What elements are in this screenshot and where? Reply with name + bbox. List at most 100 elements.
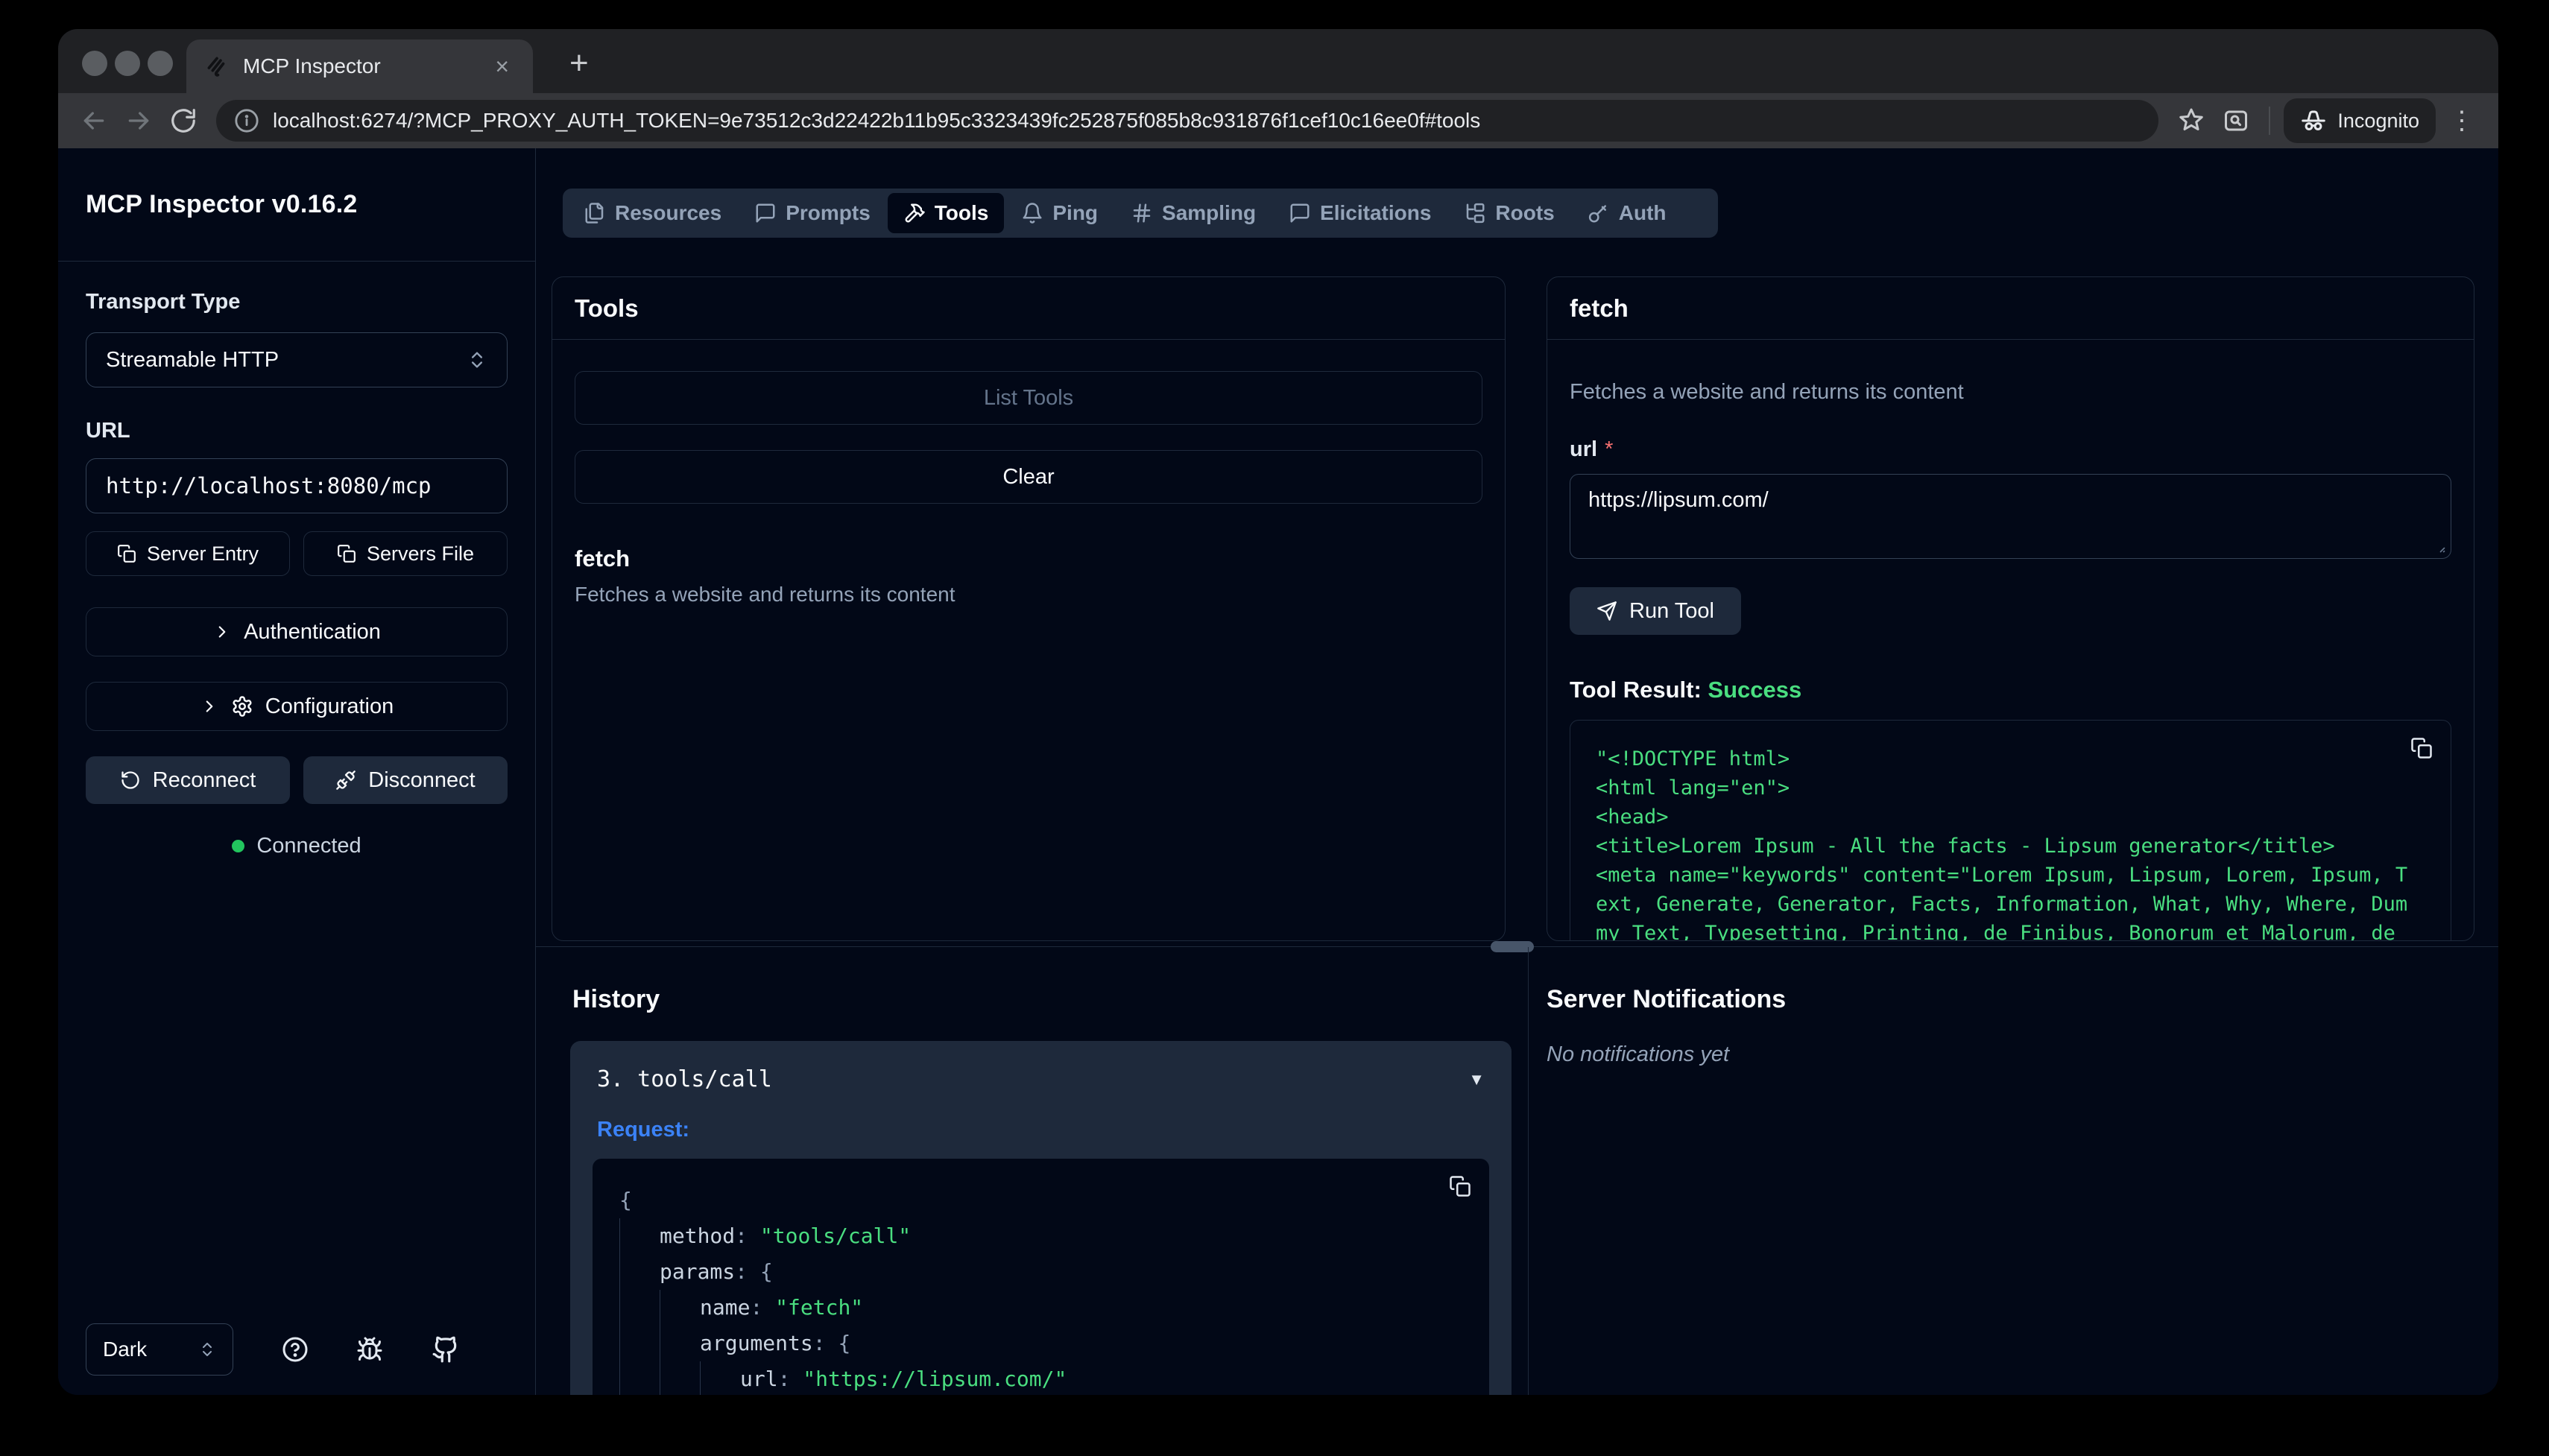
maximize-window-button[interactable] [148, 51, 173, 76]
tab-tools[interactable]: Tools [888, 193, 1005, 233]
tab-label: Ping [1052, 201, 1098, 225]
forward-icon[interactable] [119, 101, 158, 140]
configuration-label: Configuration [265, 694, 394, 719]
sidebar-footer: Dark [86, 1323, 508, 1376]
list-tools-button[interactable]: List Tools [575, 371, 1482, 425]
vertical-pane-divider[interactable] [1528, 947, 1529, 1395]
theme-value: Dark [103, 1338, 147, 1361]
incognito-label: Incognito [2337, 110, 2419, 133]
app-title: MCP Inspector v0.16.2 [86, 190, 358, 219]
tools-panel-title: Tools [552, 277, 1505, 340]
tab-prompts[interactable]: Prompts [739, 193, 886, 233]
collapse-triangle-icon[interactable]: ▼ [1468, 1070, 1485, 1089]
main-area: Resources Prompts Tools [536, 148, 2498, 1395]
help-circle-icon[interactable] [282, 1336, 309, 1363]
transport-type-value: Streamable HTTP [106, 348, 467, 373]
tab-label: Auth [1619, 201, 1667, 225]
tool-name: fetch [575, 545, 1482, 572]
server-notifications-title: Server Notifications [1547, 985, 1786, 1014]
tab-resources[interactable]: Resources [568, 193, 737, 233]
resize-handle-icon[interactable] [2431, 539, 2446, 554]
tool-detail-title: fetch [1547, 277, 2474, 340]
browser-menu-icon[interactable]: ⋮ [2442, 106, 2482, 136]
url-field-value: https://lipsum.com/ [1588, 488, 1769, 512]
tab-auth[interactable]: Auth [1572, 193, 1682, 233]
new-tab-button[interactable]: + [559, 45, 599, 81]
tab-label: Tools [935, 201, 989, 225]
key-icon [1588, 202, 1610, 224]
disconnect-button[interactable]: Disconnect [303, 756, 508, 804]
servers-file-label: Servers File [367, 542, 474, 566]
bug-icon[interactable] [356, 1336, 383, 1363]
message-square-icon [1289, 202, 1311, 224]
tab-label: Prompts [786, 201, 871, 225]
incognito-badge: Incognito [2284, 98, 2436, 143]
tab-ping[interactable]: Ping [1005, 193, 1114, 233]
back-icon[interactable] [75, 101, 113, 140]
clear-tools-button[interactable]: Clear [575, 450, 1482, 504]
incognito-icon [2300, 107, 2327, 134]
bookmark-star-icon[interactable] [2172, 101, 2211, 140]
reconnect-label: Reconnect [153, 768, 256, 793]
history-entry[interactable]: 3. tools/call ▼ [593, 1060, 1489, 1098]
history-card: 3. tools/call ▼ Request: {method: "tools… [570, 1041, 1512, 1395]
github-icon[interactable] [432, 1335, 460, 1364]
chevron-right-icon [212, 622, 232, 642]
status-label: Connected [256, 834, 361, 858]
copy-icon[interactable] [1449, 1175, 1471, 1197]
disconnect-label: Disconnect [368, 768, 475, 793]
close-window-button[interactable] [82, 51, 107, 76]
server-url-input[interactable]: http://localhost:8080/mcp [86, 458, 508, 513]
servers-file-button[interactable]: Servers File [303, 531, 508, 576]
tool-result-status: Success [1708, 677, 1801, 703]
authentication-label: Authentication [244, 620, 381, 645]
tab-label: Resources [615, 201, 721, 225]
tab-close-icon[interactable]: × [489, 51, 515, 81]
url-text: localhost:6274/?MCP_PROXY_AUTH_TOKEN=9e7… [273, 109, 1480, 133]
hammer-icon [903, 202, 926, 224]
window-controls[interactable] [82, 51, 173, 76]
tool-result-codeblock: "<!DOCTYPE html> <html lang="en"> <head>… [1570, 720, 2451, 941]
tool-detail-panel: fetch Fetches a website and returns its … [1547, 276, 2474, 941]
tool-result-label: Tool Result: [1570, 677, 1702, 703]
tool-result-text: "<!DOCTYPE html> <html lang="en"> <head>… [1596, 744, 2425, 941]
browser-window: MCP Inspector × + localhost:6274/?MCP_PR… [58, 29, 2498, 1395]
sidebar: MCP Inspector v0.16.2 Transport Type Str… [58, 148, 536, 1395]
side-panel-search-icon[interactable] [2217, 101, 2255, 140]
hash-icon [1131, 202, 1153, 224]
run-tool-label: Run Tool [1629, 599, 1714, 624]
unplug-icon [335, 770, 356, 791]
send-icon [1596, 601, 1617, 621]
tool-list-item[interactable]: fetch Fetches a website and returns its … [575, 545, 1482, 607]
browser-tab[interactable]: MCP Inspector × [186, 39, 533, 93]
configuration-expander[interactable]: Configuration [86, 682, 508, 731]
notifications-empty-text: No notifications yet [1547, 1042, 1729, 1067]
tab-sampling[interactable]: Sampling [1115, 193, 1272, 233]
url-bar[interactable]: localhost:6274/?MCP_PROXY_AUTH_TOKEN=9e7… [216, 100, 2158, 142]
request-codeblock: {method: "tools/call"params: {name: "fet… [593, 1159, 1489, 1395]
minimize-window-button[interactable] [115, 51, 140, 76]
authentication-expander[interactable]: Authentication [86, 607, 508, 656]
server-entry-label: Server Entry [147, 542, 259, 566]
run-tool-button[interactable]: Run Tool [1570, 587, 1741, 635]
server-url-value: http://localhost:8080/mcp [106, 473, 487, 498]
url-field-textarea[interactable]: https://lipsum.com/ [1570, 474, 2451, 559]
theme-select[interactable]: Dark [86, 1323, 233, 1376]
copy-icon[interactable] [2410, 737, 2433, 759]
tab-elicitations[interactable]: Elicitations [1273, 193, 1447, 233]
transport-type-select[interactable]: Streamable HTTP [86, 332, 508, 387]
reconnect-button[interactable]: Reconnect [86, 756, 290, 804]
browser-titlebar: MCP Inspector × + [58, 29, 2498, 93]
copy-icon [117, 544, 136, 563]
site-info-icon[interactable] [234, 108, 259, 133]
status-dot [232, 840, 244, 852]
mcp-favicon-icon [204, 54, 230, 79]
tools-panel: Tools List Tools Clear fetch Fetches a w… [552, 276, 1506, 941]
toolbar-divider [2269, 107, 2270, 135]
tab-roots[interactable]: Roots [1448, 193, 1570, 233]
chevrons-up-down-icon [198, 1341, 216, 1358]
history-entry-label: 3. tools/call [597, 1066, 772, 1092]
url-field-label: url [1570, 437, 1597, 461]
reload-icon[interactable] [164, 101, 203, 140]
server-entry-button[interactable]: Server Entry [86, 531, 290, 576]
